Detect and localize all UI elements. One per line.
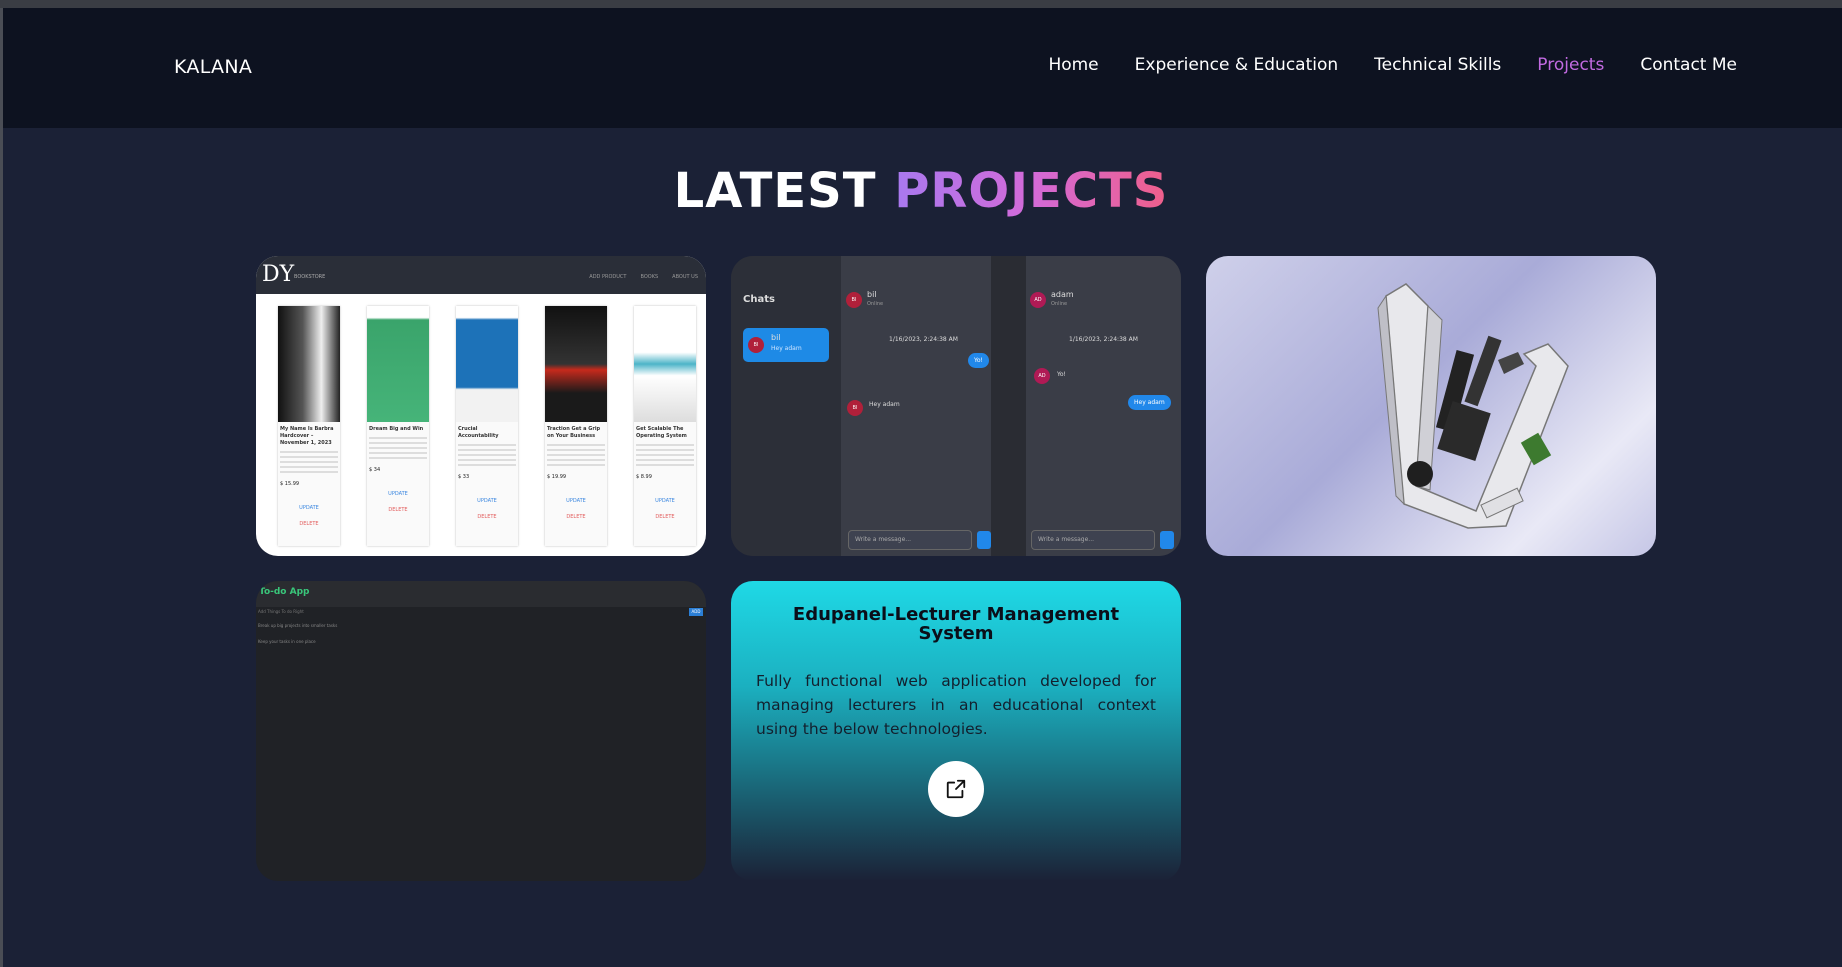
chat-status: Online	[867, 301, 884, 307]
todo-item: Break up big projects into smaller tasks	[258, 623, 338, 628]
book-card: Dream Big and Win $ 34 UPDATE DELETE	[367, 306, 429, 546]
project-card-chat[interactable]: Chats BI bil Hey adam BI bil Online 1/16…	[731, 256, 1181, 556]
book-delete: DELETE	[477, 514, 497, 520]
project-card-edupanel: Edupanel-Lecturer Management System Full…	[731, 581, 1181, 881]
book-description	[636, 444, 694, 468]
book-card: Get Scalable The Operating System $ 8.99…	[634, 306, 696, 546]
book-price: $ 33	[458, 474, 470, 480]
chat-header-name: bil	[867, 290, 877, 299]
book-card: Crucial Accountability $ 33 UPDATE DELET…	[456, 306, 518, 546]
book-title: Get Scalable The Operating System	[636, 426, 687, 439]
bookstore-nav-item: ADD PRODUCT	[589, 274, 627, 280]
book-update: UPDATE	[299, 505, 319, 511]
nav-contact-me[interactable]: Contact Me	[1640, 55, 1737, 75]
book-update: UPDATE	[655, 498, 675, 504]
title-projects: PROJECTS	[894, 163, 1169, 219]
book-title: Traction Get a Grip on Your Business	[547, 426, 601, 439]
book-description	[547, 444, 605, 468]
message-sent: Yo!	[968, 353, 989, 368]
external-link-icon	[946, 779, 966, 799]
avatar: AD	[1034, 368, 1050, 384]
send-button[interactable]	[977, 531, 991, 549]
bookstore-nav-item: BOOKS	[640, 274, 659, 280]
book-price: $ 19.99	[547, 474, 567, 480]
book-cover	[367, 306, 429, 422]
nav-projects[interactable]: Projects	[1537, 55, 1604, 75]
book-price: $ 15.99	[280, 481, 300, 487]
navbar: KALANA Home Experience & Education Techn…	[3, 8, 1842, 128]
title-latest: LATEST	[673, 163, 877, 219]
book-delete: DELETE	[299, 521, 319, 527]
book-price: $ 8.99	[636, 474, 652, 480]
nav-home[interactable]: Home	[1048, 55, 1098, 75]
chat-timestamp: 1/16/2023, 2:24:38 AM	[889, 336, 958, 343]
book-cover	[634, 306, 696, 422]
chat-header-name: adam	[1051, 290, 1074, 299]
left-border	[0, 8, 3, 967]
todo-input[interactable]: Add Things To do Right	[258, 609, 698, 619]
todo-header	[256, 581, 706, 607]
avatar: BI	[748, 337, 764, 353]
chat-contact-name: bil	[771, 333, 781, 342]
message-sent: Hey adam	[1128, 395, 1171, 410]
book-title: My Name Is Barbra Hardcover – November 1…	[280, 426, 334, 446]
todo-add-button[interactable]: ADD	[689, 608, 703, 616]
book-update: UPDATE	[566, 498, 586, 504]
top-border	[0, 0, 1842, 8]
project-card-bookstore[interactable]: DY BOOKSTORE ADD PRODUCT BOOKS ABOUT US …	[256, 256, 706, 556]
book-description	[369, 437, 427, 461]
chat-status: Online	[1051, 301, 1068, 307]
external-link-button[interactable]	[928, 761, 984, 817]
book-price: $ 34	[369, 467, 381, 473]
avatar: AD	[1030, 292, 1046, 308]
cad-model-image	[1377, 283, 1569, 529]
book-delete: DELETE	[388, 507, 408, 513]
todo-title: To-do App	[259, 587, 310, 597]
chats-label: Chats	[743, 294, 775, 305]
bookstore-nav-item: ABOUT US	[672, 274, 698, 280]
send-button[interactable]	[1160, 531, 1174, 549]
book-delete: DELETE	[566, 514, 586, 520]
project-card-cad-model[interactable]	[1206, 256, 1656, 556]
project-description: Fully functional web application develop…	[756, 672, 1156, 738]
message-input[interactable]: Write a message...	[1031, 530, 1155, 550]
book-update: UPDATE	[477, 498, 497, 504]
chat-preview: Hey adam	[771, 345, 802, 352]
book-card: Traction Get a Grip on Your Business $ 1…	[545, 306, 607, 546]
book-update: UPDATE	[388, 491, 408, 497]
nav-experience-education[interactable]: Experience & Education	[1135, 55, 1339, 75]
bookstore-logo: DY	[262, 262, 295, 287]
book-cover	[456, 306, 518, 422]
bookstore-logo-sub: BOOKSTORE	[294, 274, 326, 280]
avatar: BI	[847, 400, 863, 416]
nav-technical-skills[interactable]: Technical Skills	[1374, 55, 1501, 75]
message-received: Yo!	[1057, 371, 1066, 378]
message-received: Hey adam	[869, 401, 900, 408]
chat-gap	[991, 256, 1026, 556]
chat-timestamp: 1/16/2023, 2:24:38 AM	[1069, 336, 1138, 343]
book-card: My Name Is Barbra Hardcover – November 1…	[278, 306, 340, 546]
brand-logo[interactable]: KALANA	[174, 56, 252, 78]
book-description	[280, 451, 338, 475]
bookstore-nav: ADD PRODUCT BOOKS ABOUT US	[589, 274, 698, 280]
todo-item: Keep your tasks in one place	[258, 639, 316, 644]
project-title: Edupanel-Lecturer Management System	[792, 604, 1120, 644]
section-title: LATEST PROJECTS	[0, 163, 1842, 219]
book-cover	[545, 306, 607, 422]
message-input[interactable]: Write a message...	[848, 530, 972, 550]
book-description	[458, 444, 516, 468]
book-title: Dream Big and Win	[369, 426, 424, 432]
book-title: Crucial Accountability	[458, 426, 499, 439]
avatar: BI	[846, 292, 862, 308]
book-cover	[278, 306, 340, 422]
book-delete: DELETE	[655, 514, 675, 520]
main-nav: Home Experience & Education Technical Sk…	[1048, 55, 1737, 75]
chat-window-1	[841, 256, 991, 556]
project-card-todo[interactable]: To-do App Add Things To do Right ADD Bre…	[256, 581, 706, 881]
